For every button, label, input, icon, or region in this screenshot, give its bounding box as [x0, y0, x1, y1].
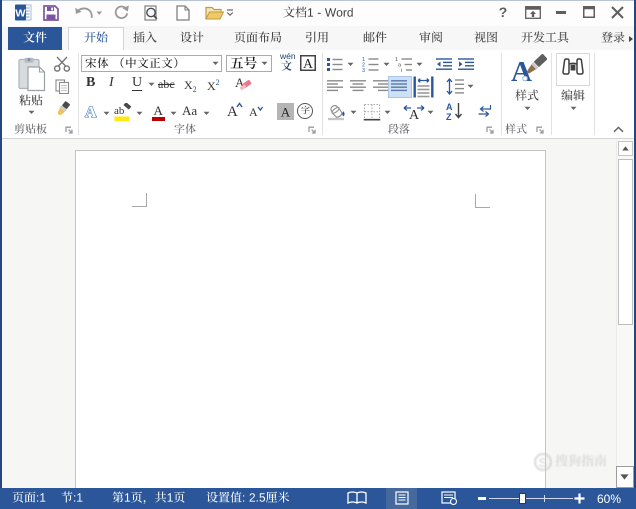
svg-text:3: 3 [362, 68, 365, 72]
svg-text:A: A [409, 108, 420, 122]
svg-text:W: W [15, 8, 26, 20]
svg-text:A: A [303, 56, 313, 71]
svg-text:A: A [154, 103, 164, 118]
svg-text:A: A [249, 105, 258, 119]
svg-text:A: A [446, 102, 453, 112]
svg-text:A: A [227, 104, 238, 119]
svg-text:A: A [85, 104, 97, 120]
svg-text:S: S [539, 455, 548, 470]
svg-text:A: A [281, 105, 291, 120]
svg-text:ab: ab [114, 105, 125, 117]
svg-text:i: i [401, 68, 402, 72]
svg-text:Z: Z [446, 112, 452, 121]
